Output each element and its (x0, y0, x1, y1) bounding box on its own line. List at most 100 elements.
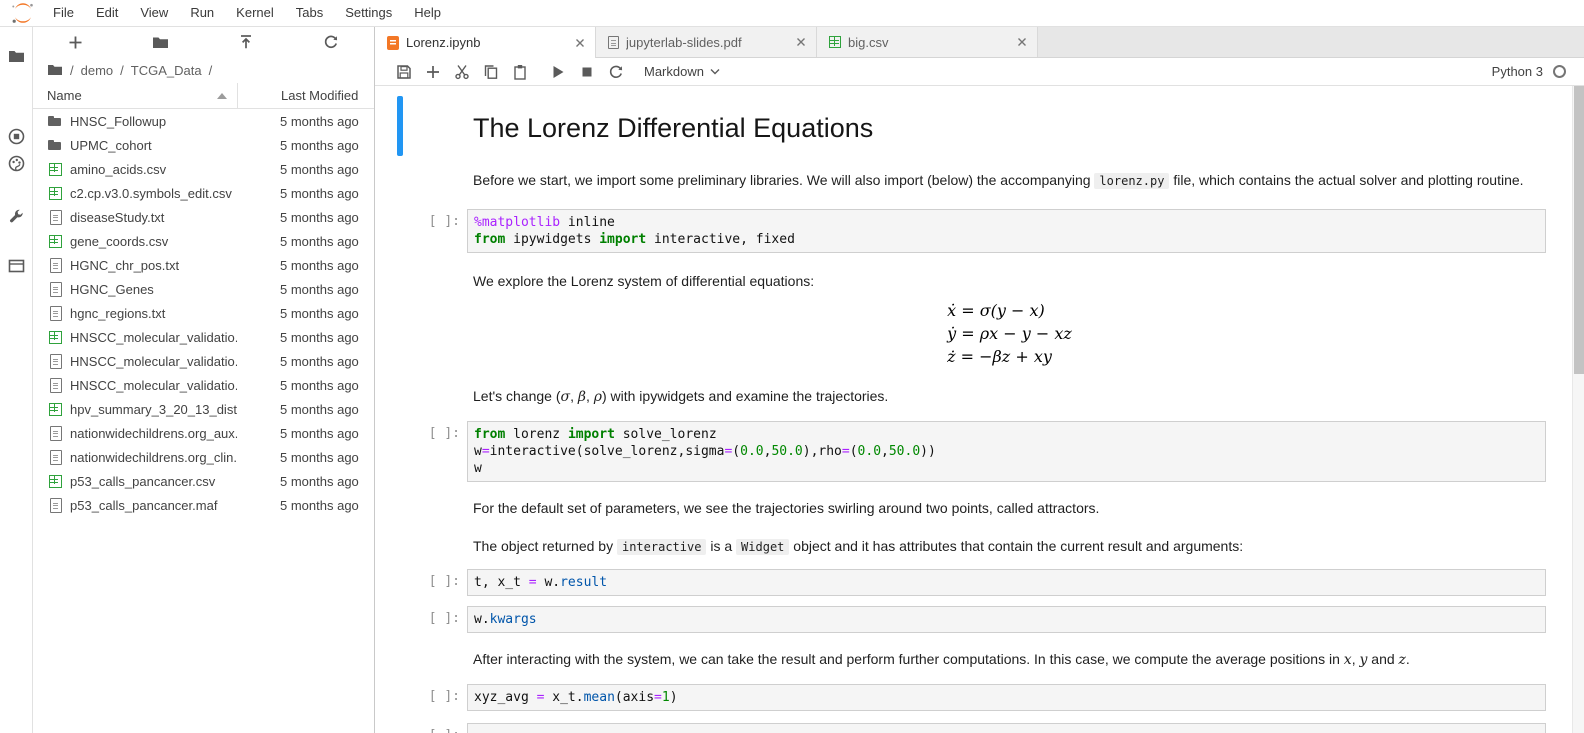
column-header-name[interactable]: Name (33, 83, 237, 108)
save-button[interactable] (389, 58, 418, 85)
cell-prompt (403, 494, 467, 522)
notebook-icon (387, 35, 399, 50)
sidebar-tab-command-palette[interactable] (0, 150, 32, 176)
file-row[interactable]: p53_calls_pancancer.maf 5 months ago (33, 493, 374, 517)
interrupt-kernel-button[interactable] (572, 58, 601, 85)
cut-cells-button[interactable] (447, 58, 476, 85)
file-row[interactable]: p53_calls_pancancer.csv 5 months ago (33, 469, 374, 493)
sidebar-tab-open-tabs[interactable] (0, 253, 32, 279)
refresh-button[interactable] (289, 27, 374, 57)
cell-code[interactable]: [ ]: w.kwargs (397, 606, 1572, 633)
sidebar-tab-running-sessions[interactable] (0, 123, 32, 149)
menu-item-help[interactable]: Help (403, 0, 452, 26)
code-editor[interactable]: xyz_avg = x_t.mean(axis=1) (467, 684, 1546, 711)
cell-markdown[interactable]: Let's change (σ, β, ρ) with ipywidgets a… (397, 382, 1572, 411)
file-modified: 5 months ago (280, 281, 359, 297)
file-row[interactable]: HNSCC_molecular_validatio... 5 months ag… (33, 349, 374, 373)
menu-item-run[interactable]: Run (179, 0, 225, 26)
code-editor[interactable]: %matplotlib inline from ipywidgets import… (467, 209, 1546, 253)
cell-markdown[interactable]: For the default set of parameters, we se… (397, 494, 1572, 522)
tab-jupyterlab-slides-pdf[interactable]: jupyterlab-slides.pdf (596, 27, 817, 57)
scrollbar-thumb[interactable] (1574, 86, 1584, 374)
code-editor[interactable]: from lorenz import solve_lorenz w=interac… (467, 421, 1546, 482)
cell-type-dropdown[interactable]: Markdown (644, 58, 720, 85)
cell-code[interactable]: [ ]: t, x_t = w.result (397, 569, 1572, 596)
menu-item-tabs[interactable]: Tabs (285, 0, 334, 26)
file-row[interactable]: gene_coords.csv 5 months ago (33, 229, 374, 253)
breadcrumb-demo[interactable]: demo (81, 63, 114, 78)
file-modified: 5 months ago (280, 305, 359, 321)
file-row[interactable]: UPMC_cohort 5 months ago (33, 133, 374, 157)
file-row[interactable]: nationwidechildrens.org_aux... 5 months … (33, 421, 374, 445)
cell-markdown[interactable]: After interacting with the system, we ca… (397, 645, 1572, 674)
sidebar-tab-property-inspector[interactable] (0, 203, 32, 229)
menu-item-kernel[interactable]: Kernel (225, 0, 285, 26)
menu-item-file[interactable]: File (42, 0, 85, 26)
menu-item-settings[interactable]: Settings (334, 0, 403, 26)
refresh-icon (325, 35, 338, 49)
markdown-paragraph: For the default set of parameters, we se… (473, 500, 1100, 516)
code-editor[interactable]: t, x_t = w.result (467, 569, 1546, 596)
home-folder-icon[interactable] (47, 63, 63, 77)
file-row[interactable]: amino_acids.csv 5 months ago (33, 157, 374, 181)
folder-icon (47, 137, 63, 153)
cell-markdown[interactable]: Before we start, we import some prelimin… (397, 166, 1572, 195)
code-editor[interactable]: w.kwargs (467, 606, 1546, 633)
close-icon (576, 38, 584, 47)
close-tab-button[interactable] (571, 34, 589, 52)
file-row[interactable]: HNSCC_molecular_validatio... 5 months ag… (33, 325, 374, 349)
cell-code[interactable]: [ ]: from lorenz import solve_lorenz w=in… (397, 421, 1572, 482)
menu-item-view[interactable]: View (129, 0, 179, 26)
insert-cell-button[interactable] (418, 58, 447, 85)
column-header-last-modified[interactable]: Last Modified (237, 83, 374, 108)
paste-cells-button[interactable] (505, 58, 534, 85)
file-row[interactable]: c2.cp.v3.0.symbols_edit.csv 5 months ago (33, 181, 374, 205)
cell-code[interactable]: [ ]: (397, 723, 1572, 733)
new-folder-button[interactable] (118, 27, 203, 57)
menubar: File Edit View Run Kernel Tabs Settings … (0, 0, 1584, 27)
file-row[interactable]: HNSCC_molecular_validatio... 5 months ag… (33, 373, 374, 397)
file-row[interactable]: hpv_summary_3_20_13_distri... 5 months a… (33, 397, 374, 421)
sidebar-tab-file-browser[interactable] (0, 43, 32, 69)
tab-big-csv[interactable]: big.csv (817, 27, 1038, 57)
breadcrumb-tcga-data[interactable]: TCGA_Data (131, 63, 202, 78)
file-row[interactable]: diseaseStudy.txt 5 months ago (33, 205, 374, 229)
run-cell-button[interactable] (543, 58, 572, 85)
file-modified: 5 months ago (280, 377, 359, 393)
cell-markdown-title[interactable]: The Lorenz Differential Equations (397, 96, 1572, 156)
tab-lorenz-ipynb[interactable]: Lorenz.ipynb (375, 27, 596, 58)
left-sidebar-strip (0, 27, 33, 733)
tab-label: big.csv (848, 34, 889, 50)
file-name: amino_acids.csv (70, 161, 167, 177)
kernel-name[interactable]: Python 3 (1492, 64, 1543, 79)
file-modified: 5 months ago (280, 185, 359, 201)
document-tab-bar: Lorenz.ipynb jupyterlab-slides.pdf big.c… (375, 27, 1584, 58)
restart-kernel-button[interactable] (601, 58, 630, 85)
spreadsheet-icon (47, 473, 63, 489)
upload-button[interactable] (204, 27, 289, 57)
new-launcher-button[interactable] (33, 27, 118, 57)
file-row[interactable]: HNSC_Followup 5 months ago (33, 109, 374, 133)
vertical-scrollbar[interactable] (1572, 86, 1584, 733)
file-row[interactable]: HGNC_Genes 5 months ago (33, 277, 374, 301)
code-editor[interactable] (467, 723, 1546, 733)
copy-cells-button[interactable] (476, 58, 505, 85)
file-name: nationwidechildrens.org_aux... (70, 425, 237, 441)
cell-prompt (403, 532, 467, 561)
file-row[interactable]: nationwidechildrens.org_clin... 5 months… (33, 445, 374, 469)
cell-markdown[interactable]: The object returned by interactive is a … (397, 532, 1572, 561)
cell-code[interactable]: [ ]: xyz_avg = x_t.mean(axis=1) (397, 684, 1572, 711)
spreadsheet-icon (829, 36, 841, 48)
cell-markdown[interactable]: We explore the Lorenz system of differen… (397, 267, 1572, 295)
file-row[interactable]: HGNC_chr_pos.txt 5 months ago (33, 253, 374, 277)
close-tab-button[interactable] (792, 33, 810, 51)
cell-markdown-math[interactable]: ẋ = σ(y − x) ẏ = ρx − y − xz ż = −βz + xy (397, 297, 1572, 370)
file-row[interactable]: hgnc_regions.txt 5 months ago (33, 301, 374, 325)
markdown-paragraph: We explore the Lorenz system of differen… (473, 273, 815, 289)
close-tab-button[interactable] (1013, 33, 1031, 51)
file-modified: 5 months ago (280, 353, 359, 369)
close-icon (1018, 38, 1026, 46)
notebook-content[interactable]: The Lorenz Differential Equations Before… (375, 86, 1584, 733)
cell-code[interactable]: [ ]: %matplotlib inline from ipywidgets i… (397, 209, 1572, 253)
menu-item-edit[interactable]: Edit (85, 0, 129, 26)
